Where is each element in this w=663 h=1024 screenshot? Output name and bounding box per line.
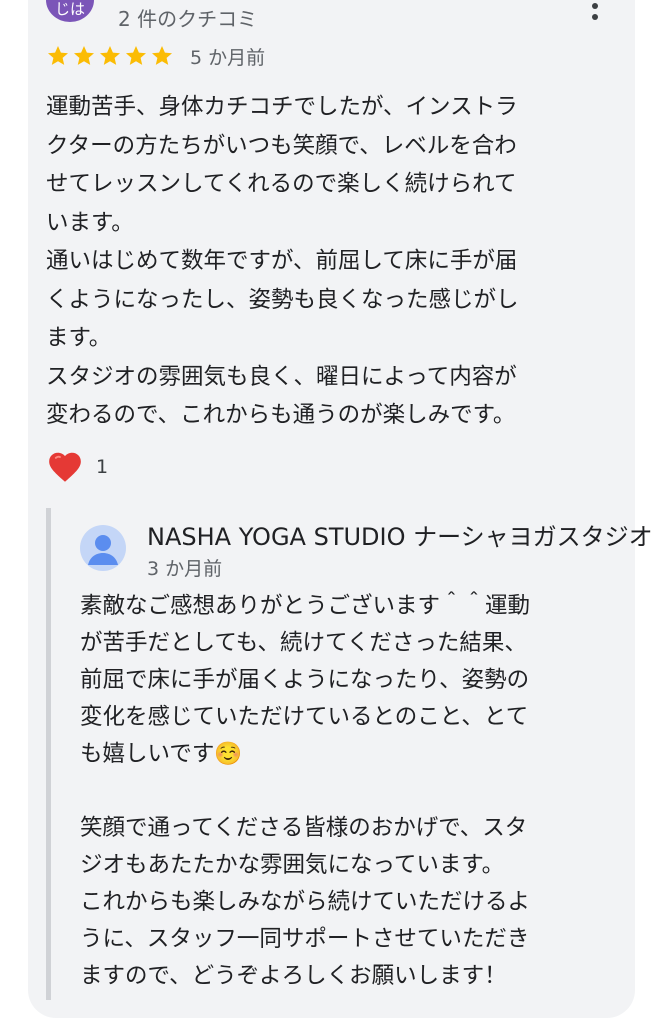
reviewer-review-count[interactable]: 2 件のクチコミ [118, 3, 257, 32]
more-options-icon[interactable] [588, 0, 602, 20]
owner-reply-date: 3 か月前 [147, 558, 223, 580]
star-icon [100, 46, 120, 65]
star-icon [126, 46, 146, 65]
reaction-count: 1 [96, 456, 109, 478]
owner-name[interactable]: NASHA YOGA STUDIO ナーシャヨガスタジオ [147, 517, 663, 552]
reply-divider [46, 508, 51, 1000]
star-icon [152, 46, 172, 65]
owner-reply-text: 素敵なご感想ありがとうございます＾＾運動 が苦手だとしても、続けてくださった結果… [80, 593, 531, 989]
owner-avatar[interactable] [80, 525, 126, 571]
reviewer-initials: じは [54, 0, 85, 18]
star-icon [74, 46, 94, 65]
review-text: 運動苦手、身体カチコチでしたが、インストラ クターの方たちがいつも笑顔で、レベル… [46, 94, 519, 428]
rating-row: 5 か月前 [46, 42, 265, 70]
star-rating [46, 44, 174, 68]
person-icon [88, 535, 118, 565]
heart-icon [49, 452, 81, 482]
reaction-button[interactable]: 1 [46, 448, 108, 486]
review-date: 5 か月前 [190, 46, 266, 69]
star-icon [48, 46, 68, 65]
